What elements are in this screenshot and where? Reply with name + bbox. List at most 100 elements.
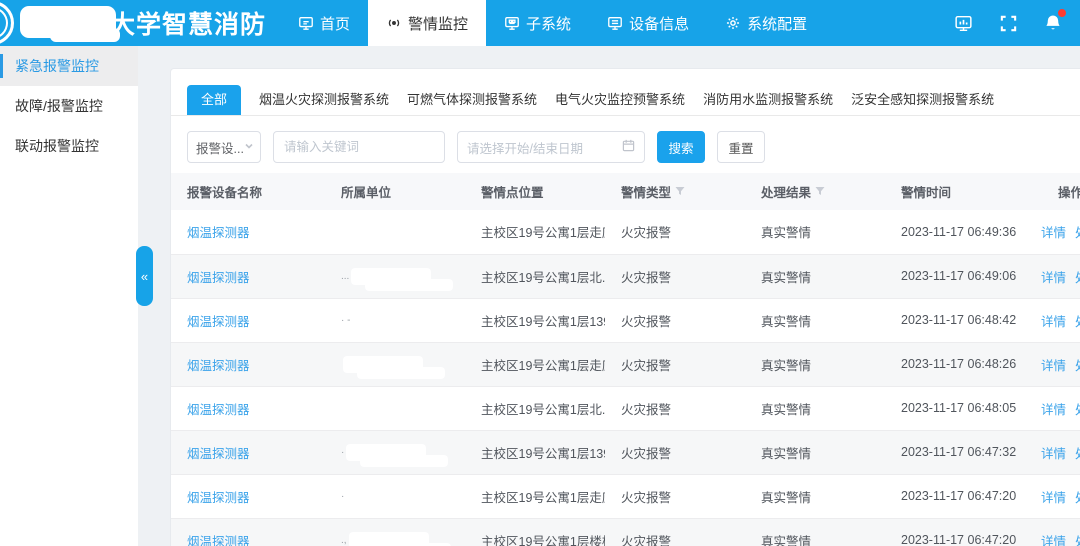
unit-cell: · bbox=[325, 474, 465, 518]
sidebar-collapse-handle[interactable]: « bbox=[136, 246, 153, 306]
result-cell: 真实警情 bbox=[745, 518, 885, 546]
nav-item-system-config[interactable]: 系统配置 bbox=[707, 0, 825, 46]
nav-item-label: 设备信息 bbox=[629, 13, 689, 34]
device-name-link[interactable]: 烟温探测器 bbox=[187, 315, 250, 329]
nav-item-alarm-monitoring[interactable]: 警情监控 bbox=[368, 0, 486, 46]
filter-funnel-icon[interactable] bbox=[815, 185, 825, 199]
result-cell: 真实警情 bbox=[745, 298, 885, 342]
detail-link[interactable]: 详情 bbox=[1041, 271, 1066, 285]
header-location: 警情点位置 bbox=[465, 173, 605, 210]
tab-pan-safety-perception-system[interactable]: 泛安全感知探测报警系统 bbox=[851, 85, 994, 115]
reset-button[interactable]: 重置 bbox=[717, 131, 765, 163]
time-cell: 2023-11-17 06:47:20 bbox=[885, 474, 1041, 518]
search-button[interactable]: 搜索 bbox=[657, 131, 705, 163]
unit-residue: · - bbox=[341, 315, 350, 326]
redaction-blob bbox=[352, 312, 432, 329]
alarm-type-cell: 火灾报警 bbox=[605, 298, 745, 342]
date-range-input[interactable]: 请选择开始/结束日期 bbox=[457, 131, 645, 163]
tab-smoke-temp-fire-system[interactable]: 烟温火灾探测报警系统 bbox=[259, 85, 389, 115]
table-header-row: 报警设备名称 所属单位 警情点位置 警情类型 处理结果 bbox=[171, 173, 1080, 210]
alarm-type-cell: 火灾报警 bbox=[605, 474, 745, 518]
table-row: 烟温探测器 · - 主校区19号公寓1层139 火灾报警 真实警情 2023-1… bbox=[171, 298, 1080, 342]
alarm-table: 报警设备名称 所属单位 警情点位置 警情类型 处理结果 bbox=[171, 173, 1080, 546]
header-operations: 操作 bbox=[1041, 173, 1080, 210]
result-cell: 真实警情 bbox=[745, 210, 885, 254]
redaction-blob bbox=[343, 356, 423, 373]
location-cell: 主校区19号公寓1层139 bbox=[465, 430, 605, 474]
process-link[interactable]: 处理 bbox=[1075, 447, 1080, 461]
detail-link[interactable]: 详情 bbox=[1041, 447, 1066, 461]
detail-link[interactable]: 详情 bbox=[1041, 359, 1066, 373]
subsystem-grid-icon bbox=[504, 15, 520, 31]
table-row: 烟温探测器 主校区19号公寓1层走廊4 火灾报警 真实警情 2023-11-17… bbox=[171, 342, 1080, 386]
process-link[interactable]: 处理 bbox=[1075, 271, 1080, 285]
sidebar-item-emergency-alarm-monitoring[interactable]: 紧急报警监控 bbox=[0, 46, 138, 86]
header-alarm-type: 警情类型 bbox=[605, 173, 745, 210]
process-link[interactable]: 处理 bbox=[1075, 315, 1080, 329]
nav-item-label: 系统配置 bbox=[747, 13, 807, 34]
location-cell: 主校区19号公寓1层走廊4 bbox=[465, 210, 605, 254]
location-cell: 主校区19号公寓1层走廊4 bbox=[465, 342, 605, 386]
device-type-select[interactable]: 报警设... bbox=[187, 131, 261, 163]
unit-cell bbox=[325, 342, 465, 386]
notification-bell-icon[interactable] bbox=[1042, 12, 1064, 34]
detail-link[interactable]: 详情 bbox=[1041, 403, 1066, 417]
keyword-input[interactable] bbox=[273, 131, 445, 163]
header-device-name: 报警设备名称 bbox=[171, 173, 325, 210]
unit-cell: · bbox=[325, 430, 465, 474]
redaction-blob bbox=[346, 444, 426, 461]
tab-fire-water-system[interactable]: 消防用水监测报警系统 bbox=[703, 85, 833, 115]
header-alarm-time: 警情时间 bbox=[885, 173, 1041, 210]
unit-residue: ... bbox=[341, 271, 349, 282]
sidebar-item-linkage-alarm-monitoring[interactable]: 联动报警监控 bbox=[0, 126, 138, 166]
unit-residue: · bbox=[341, 447, 344, 458]
detail-link[interactable]: 详情 bbox=[1041, 315, 1066, 329]
alarm-type-cell: 火灾报警 bbox=[605, 518, 745, 546]
detail-link[interactable]: 详情 bbox=[1041, 535, 1066, 546]
gear-icon bbox=[725, 15, 741, 31]
time-cell: 2023-11-17 06:48:26 bbox=[885, 342, 1041, 386]
location-cell: 主校区19号公寓1层北... bbox=[465, 386, 605, 430]
device-name-link[interactable]: 烟温探测器 bbox=[187, 226, 250, 240]
calendar-icon bbox=[622, 139, 635, 155]
device-name-link[interactable]: 烟温探测器 bbox=[187, 535, 250, 546]
double-chevron-left-icon: « bbox=[141, 269, 148, 284]
location-cell: 主校区19号公寓1层走廊4 bbox=[465, 474, 605, 518]
select-value: 报警设... bbox=[196, 138, 244, 157]
nav-item-subsystems[interactable]: 子系统 bbox=[486, 0, 589, 46]
unit-cell: ., bbox=[325, 518, 465, 546]
process-link[interactable]: 处理 bbox=[1075, 359, 1080, 373]
process-link[interactable]: 处理 bbox=[1075, 535, 1080, 546]
filter-funnel-icon[interactable] bbox=[675, 185, 685, 199]
tab-combustible-gas-system[interactable]: 可燃气体探测报警系统 bbox=[407, 85, 537, 115]
fullscreen-icon[interactable] bbox=[997, 12, 1019, 34]
device-monitor-icon bbox=[607, 15, 623, 31]
date-placeholder: 请选择开始/结束日期 bbox=[467, 138, 583, 157]
unit-cell bbox=[325, 210, 465, 254]
tab-electrical-fire-system[interactable]: 电气火灾监控预警系统 bbox=[555, 85, 685, 115]
nav-item-device-info[interactable]: 设备信息 bbox=[589, 0, 707, 46]
table-row: 烟温探测器 主校区19号公寓1层北... 火灾报警 真实警情 2023-11-1… bbox=[171, 386, 1080, 430]
tab-all[interactable]: 全部 bbox=[187, 85, 241, 115]
alarm-table-body: 烟温探测器 主校区19号公寓1层走廊4 火灾报警 真实警情 2023-11-17… bbox=[171, 210, 1080, 546]
nav-item-home[interactable]: 首页 bbox=[280, 0, 368, 46]
device-name-link[interactable]: 烟温探测器 bbox=[187, 359, 250, 373]
device-name-link[interactable]: 烟温探测器 bbox=[187, 491, 250, 505]
detail-link[interactable]: 详情 bbox=[1041, 491, 1066, 505]
device-name-link[interactable]: 烟温探测器 bbox=[187, 447, 250, 461]
detail-link[interactable]: 详情 bbox=[1041, 226, 1066, 240]
device-name-link[interactable]: 烟温探测器 bbox=[187, 271, 250, 285]
location-cell: 主校区19号公寓1层北... bbox=[465, 254, 605, 298]
main-content: 全部 烟温火灾探测报警系统 可燃气体探测报警系统 电气火灾监控预警系统 消防用水… bbox=[138, 46, 1080, 546]
nav-item-label: 警情监控 bbox=[408, 13, 468, 34]
alarm-type-cell: 火灾报警 bbox=[605, 386, 745, 430]
process-link[interactable]: 处理 bbox=[1075, 226, 1080, 240]
sidebar-item-label: 联动报警监控 bbox=[15, 136, 99, 156]
process-link[interactable]: 处理 bbox=[1075, 491, 1080, 505]
header-unit: 所属单位 bbox=[325, 173, 465, 210]
dashboard-chart-icon[interactable] bbox=[952, 12, 974, 34]
device-name-link[interactable]: 烟温探测器 bbox=[187, 403, 250, 417]
process-link[interactable]: 处理 bbox=[1075, 403, 1080, 417]
table-row: 烟温探测器 · 主校区19号公寓1层走廊4 火灾报警 真实警情 2023-11-… bbox=[171, 474, 1080, 518]
sidebar-item-fault-alarm-monitoring[interactable]: 故障/报警监控 bbox=[0, 86, 138, 126]
